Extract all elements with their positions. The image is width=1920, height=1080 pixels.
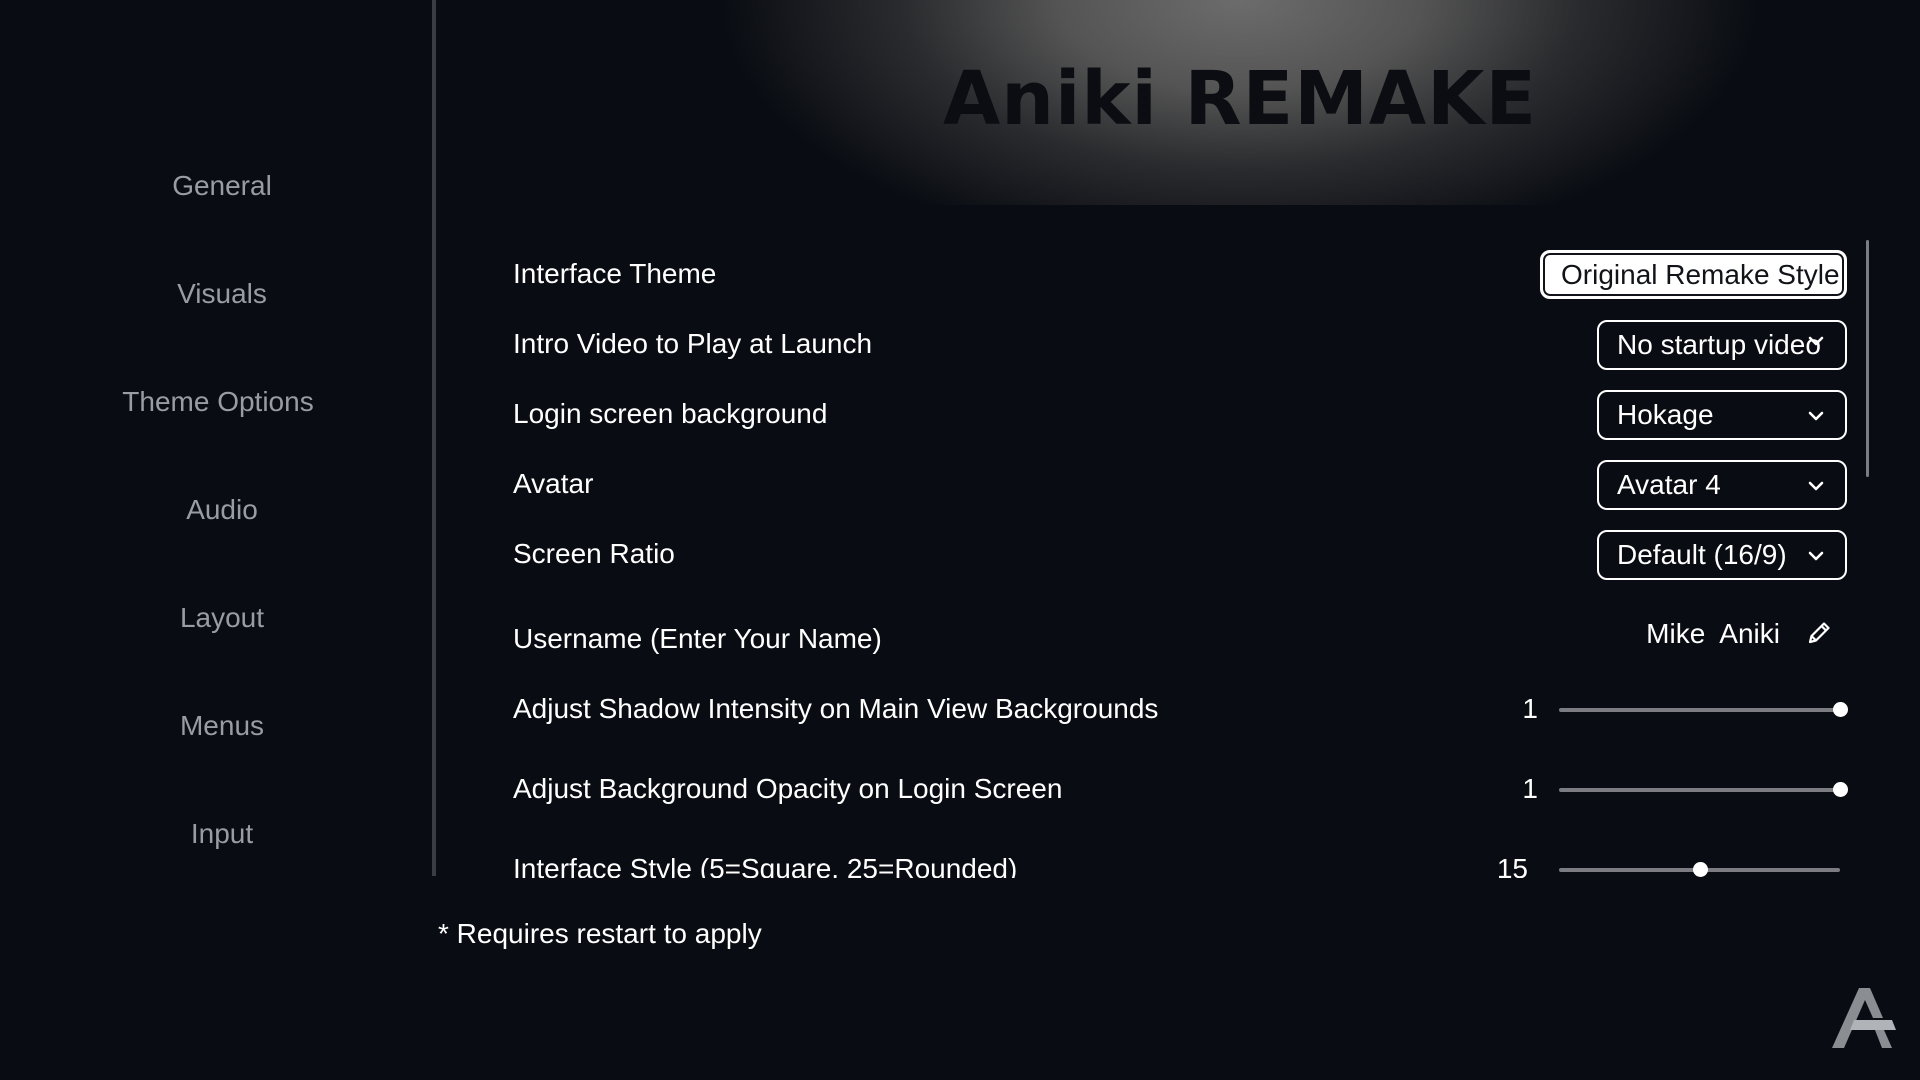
interface-theme-dropdown[interactable]: Original Remake Style	[1540, 250, 1847, 299]
sidebar-item-theme-options[interactable]: Theme Options	[0, 386, 440, 418]
background-opacity-value: 1	[1522, 773, 1538, 804]
username-label: Username (Enter Your Name)	[513, 623, 882, 654]
sidebar: General Visuals Theme Options Audio Layo…	[0, 0, 436, 876]
background-opacity-slider-thumb[interactable]	[1833, 782, 1848, 797]
interface-style-slider-thumb[interactable]	[1692, 862, 1708, 877]
settings-scrollbar[interactable]	[1866, 240, 1869, 477]
login-background-dropdown[interactable]: Hokage	[1597, 390, 1847, 440]
app-title: Aniki REMAKE	[943, 56, 1537, 142]
avatar-dropdown[interactable]: Avatar 4	[1597, 460, 1847, 510]
interface-theme-label: Interface Theme	[513, 258, 717, 289]
chevron-down-icon	[1808, 481, 1824, 491]
shadow-intensity-value: 1	[1522, 693, 1538, 724]
sidebar-item-general[interactable]: General	[0, 170, 444, 202]
restart-footnote: * Requires restart to apply	[438, 918, 762, 949]
interface-style-label: Interface Style (5=Square, 25=Rounded)	[513, 853, 1018, 878]
chevron-down-icon	[1808, 551, 1824, 561]
sidebar-item-menus[interactable]: Menus	[0, 710, 444, 742]
username-value[interactable]: Mike Aniki	[1646, 618, 1780, 650]
intro-video-value: No startup video	[1617, 329, 1821, 360]
settings-list: Interface Theme Original Remake Style In…	[435, 220, 1875, 878]
settings-screen: General Visuals Theme Options Audio Layo…	[0, 0, 1920, 1080]
background-opacity-slider[interactable]	[1559, 782, 1848, 797]
chevron-down-icon	[1808, 411, 1824, 421]
screen-ratio-dropdown[interactable]: Default (16/9)	[1597, 530, 1847, 580]
interface-style-slider[interactable]	[1559, 862, 1840, 877]
pencil-icon[interactable]	[1805, 619, 1833, 647]
interface-style-value: 15	[1496, 853, 1528, 878]
screen-ratio-label: Screen Ratio	[513, 538, 675, 569]
sidebar-item-audio[interactable]: Audio	[0, 494, 444, 526]
shadow-intensity-slider[interactable]	[1559, 702, 1848, 717]
login-background-label: Login screen background	[513, 398, 828, 429]
intro-video-label: Intro Video to Play at Launch	[513, 328, 873, 359]
shadow-intensity-label: Adjust Shadow Intensity on Main View Bac…	[513, 693, 1159, 724]
shadow-intensity-slider-thumb[interactable]	[1833, 702, 1848, 717]
sidebar-item-input[interactable]: Input	[0, 818, 444, 850]
sidebar-item-visuals[interactable]: Visuals	[0, 278, 444, 310]
sidebar-item-layout[interactable]: Layout	[0, 602, 444, 634]
screen-ratio-value: Default (16/9)	[1617, 539, 1787, 570]
intro-video-dropdown[interactable]: No startup video	[1597, 320, 1847, 370]
avatar-value: Avatar 4	[1617, 469, 1721, 500]
chevron-down-icon	[1808, 336, 1824, 346]
avatar-label: Avatar	[513, 468, 594, 499]
header-banner: Aniki REMAKE	[700, 0, 1780, 205]
aniki-logo-icon	[1832, 988, 1896, 1048]
interface-theme-value: Original Remake Style	[1561, 258, 1840, 290]
login-background-value: Hokage	[1617, 399, 1714, 430]
background-opacity-label: Adjust Background Opacity on Login Scree…	[513, 773, 1063, 804]
